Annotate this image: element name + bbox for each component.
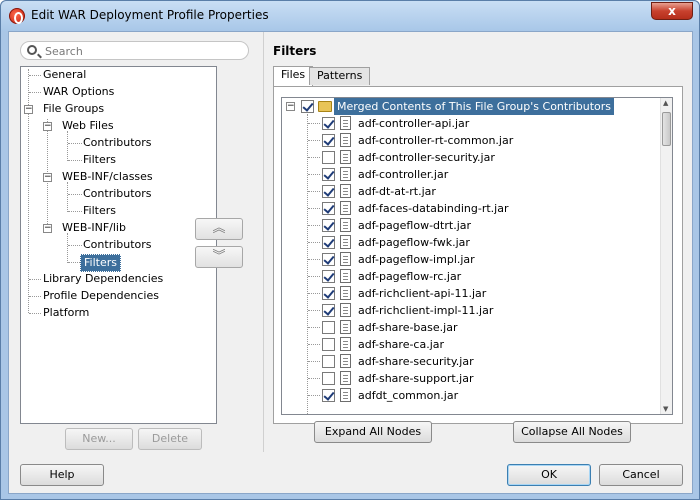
close-button[interactable]: x <box>651 2 693 20</box>
file-checkbox[interactable] <box>322 253 335 266</box>
file-icon <box>340 133 351 147</box>
file-icon <box>340 286 351 300</box>
root-checkbox[interactable] <box>301 100 314 113</box>
file-checkbox[interactable] <box>322 372 335 385</box>
file-icon <box>340 235 351 249</box>
cancel-button[interactable]: Cancel <box>599 464 683 486</box>
file-icon <box>340 201 351 215</box>
tree-guide-line <box>67 233 68 263</box>
move-up-button[interactable]: ︽ <box>195 218 243 240</box>
double-chevron-down-icon: ︾ <box>212 249 226 264</box>
file-checkbox[interactable] <box>322 304 335 317</box>
file-icon <box>340 388 351 402</box>
file-name: adf-controller-security.jar <box>358 151 495 164</box>
search-icon <box>27 45 37 55</box>
vertical-scrollbar[interactable]: ▲ ▼ <box>660 98 672 414</box>
file-icon <box>340 184 351 198</box>
file-name: adf-share-support.jar <box>358 372 474 385</box>
collapse-icon[interactable]: − <box>43 224 52 233</box>
file-icon <box>340 354 351 368</box>
file-checkbox[interactable] <box>322 389 335 402</box>
expand-all-nodes-button[interactable]: Expand All Nodes <box>314 421 432 443</box>
title-bar[interactable]: Edit WAR Deployment Profile Properties x <box>1 1 699 31</box>
file-name: adf-share-security.jar <box>358 355 474 368</box>
scroll-up-icon[interactable]: ▲ <box>663 99 668 107</box>
delete-button[interactable]: Delete <box>138 428 202 450</box>
file-checkbox[interactable] <box>322 117 335 130</box>
collapse-icon[interactable]: − <box>43 173 52 182</box>
tab-files[interactable]: Files <box>273 66 314 86</box>
file-name: adf-share-ca.jar <box>358 338 445 351</box>
splitter[interactable] <box>263 32 266 452</box>
file-icon <box>340 303 351 317</box>
file-name: adfdt_common.jar <box>358 389 459 402</box>
window-title: Edit WAR Deployment Profile Properties <box>31 8 269 22</box>
file-icon <box>340 371 351 385</box>
tree-guide-line <box>67 131 68 161</box>
file-checkbox[interactable] <box>322 355 335 368</box>
tab-patterns[interactable]: Patterns <box>309 67 371 85</box>
file-checkbox[interactable] <box>322 338 335 351</box>
scrollbar-thumb[interactable] <box>662 112 671 146</box>
file-name: adf-controller-rt-common.jar <box>358 134 514 147</box>
dialog-window: Edit WAR Deployment Profile Properties x… <box>0 0 700 500</box>
file-icon <box>340 150 351 164</box>
file-name: adf-controller-api.jar <box>358 117 470 130</box>
file-icon <box>340 167 351 181</box>
oracle-logo-icon <box>9 8 25 24</box>
file-name: adf-dt-at-rt.jar <box>358 185 436 198</box>
file-checkbox[interactable] <box>322 270 335 283</box>
collapse-icon[interactable]: − <box>286 102 295 111</box>
file-name: adf-richclient-impl-11.jar <box>358 304 494 317</box>
file-checkbox[interactable] <box>322 219 335 232</box>
file-tree[interactable]: − Merged Contents of This File Group's C… <box>281 97 673 415</box>
file-checkbox[interactable] <box>322 321 335 334</box>
file-name: adf-pageflow-dtrt.jar <box>358 219 472 232</box>
file-checkbox[interactable] <box>322 287 335 300</box>
file-checkbox[interactable] <box>322 202 335 215</box>
panel-title: Filters <box>273 44 317 58</box>
file-name: adf-pageflow-fwk.jar <box>358 236 470 249</box>
file-icon <box>340 116 351 130</box>
file-icon <box>340 218 351 232</box>
search-placeholder: Search <box>45 45 83 58</box>
file-name: adf-controller.jar <box>358 168 449 181</box>
collapse-icon[interactable]: − <box>43 122 52 131</box>
help-button[interactable]: Help <box>20 464 104 486</box>
root-label: Merged Contents of This File Group's Con… <box>334 98 615 115</box>
tree-guide-line <box>67 182 68 212</box>
file-checkbox[interactable] <box>322 185 335 198</box>
file-checkbox[interactable] <box>322 236 335 249</box>
navigation-tree[interactable]: General WAR Options − File Groups − Web … <box>20 66 217 424</box>
collapse-all-nodes-button[interactable]: Collapse All Nodes <box>513 421 631 443</box>
dialog-body: Search General WAR Options − File Groups <box>8 31 693 494</box>
ok-button[interactable]: OK <box>507 464 591 486</box>
tree-guide-line <box>307 114 308 414</box>
file-name: adf-faces-databinding-rt.jar <box>358 202 509 215</box>
search-input[interactable]: Search <box>20 41 249 60</box>
new-button[interactable]: New... <box>65 428 133 450</box>
collapse-icon[interactable]: − <box>24 105 33 114</box>
file-name: adf-share-base.jar <box>358 321 458 334</box>
file-icon <box>340 320 351 334</box>
double-chevron-up-icon: ︽ <box>212 221 226 236</box>
folder-icon <box>318 101 332 112</box>
file-icon <box>340 269 351 283</box>
move-down-button[interactable]: ︾ <box>195 246 243 268</box>
file-checkbox[interactable] <box>322 168 335 181</box>
files-tab-panel: − Merged Contents of This File Group's C… <box>273 86 683 424</box>
file-checkbox[interactable] <box>322 151 335 164</box>
file-name: adf-pageflow-impl.jar <box>358 253 475 266</box>
file-icon <box>340 252 351 266</box>
file-name: adf-pageflow-rc.jar <box>358 270 462 283</box>
file-checkbox[interactable] <box>322 134 335 147</box>
file-name: adf-richclient-api-11.jar <box>358 287 487 300</box>
scroll-down-icon[interactable]: ▼ <box>663 405 668 413</box>
file-icon <box>340 337 351 351</box>
